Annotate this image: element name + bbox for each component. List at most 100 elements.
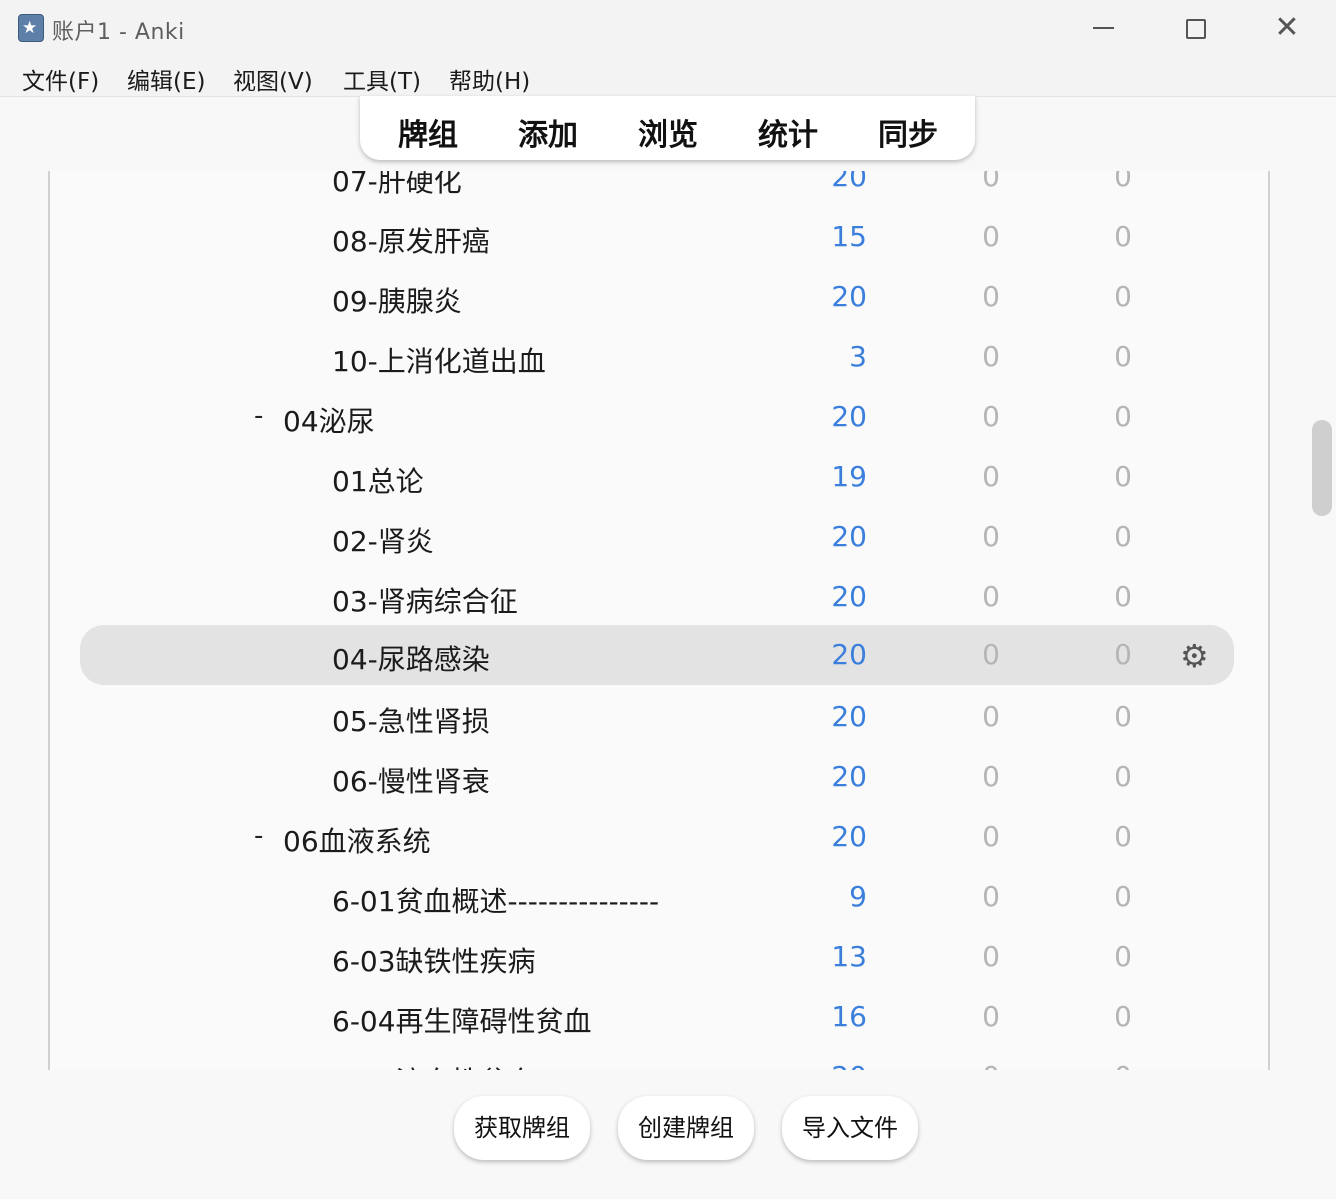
deck-learn-count: 0 — [982, 820, 1000, 853]
deck-row[interactable]: 10-上消化道出血 3 0 0 — [80, 327, 1234, 387]
deck-learn-count: 0 — [982, 520, 1000, 553]
deck-name[interactable]: 05-急性肾损 — [332, 700, 490, 740]
deck-expander[interactable]: - — [254, 401, 263, 431]
deck-learn-count: 0 — [982, 280, 1000, 313]
vertical-scrollbar-thumb[interactable] — [1312, 420, 1332, 516]
deck-new-count: 20 — [831, 400, 867, 433]
deck-learn-count: 0 — [982, 400, 1000, 433]
deck-row[interactable]: 07-肝硬化 20 0 0 — [80, 171, 1234, 207]
deck-expander[interactable]: - — [254, 821, 263, 851]
deck-due-count: 0 — [1114, 340, 1132, 373]
close-icon: ✕ — [1274, 10, 1300, 45]
deck-name[interactable]: 10-上消化道出血 — [332, 340, 546, 380]
deck-new-count: 20 — [831, 638, 867, 671]
deck-new-count: 20 — [797, 1060, 867, 1070]
deck-new-count: 20 — [831, 280, 867, 313]
menu-tools[interactable]: 工具(T) — [343, 62, 421, 96]
import-file-button[interactable]: 导入文件 — [782, 1096, 918, 1160]
deck-due-count: 0 — [1114, 1000, 1132, 1033]
get-shared-button[interactable]: 获取牌组 — [454, 1096, 590, 1160]
deck-row[interactable]: 6-01贫血概述--------------- 9 0 0 — [80, 867, 1234, 927]
deck-learn-count: 0 — [982, 171, 1000, 193]
maximize-button[interactable] — [1172, 6, 1218, 50]
menu-edit[interactable]: 编辑(E) — [127, 62, 205, 96]
tab-browse[interactable]: 浏览 — [638, 110, 698, 154]
close-button[interactable]: ✕ — [1264, 6, 1310, 50]
deck-due-count: 0 — [1114, 760, 1132, 793]
deck-name[interactable]: 04泌尿 — [283, 400, 375, 440]
tab-stats[interactable]: 统计 — [758, 110, 818, 154]
deck-due-count: 0 — [1114, 820, 1132, 853]
deck-row-selected[interactable]: 04-尿路感染 20 0 0 ⚙ — [80, 625, 1234, 685]
deck-name[interactable]: 06血液系统 — [283, 820, 431, 860]
deck-due-count: 0 — [1114, 638, 1132, 671]
menu-help[interactable]: 帮助(H) — [449, 62, 530, 96]
maximize-icon — [1186, 19, 1206, 39]
deck-row[interactable]: 02-肾炎 20 0 0 — [80, 507, 1234, 567]
deck-learn-count: 0 — [982, 880, 1000, 913]
deck-row[interactable]: 01总论 19 0 0 — [80, 447, 1234, 507]
deck-name[interactable]: 01总论 — [332, 460, 424, 500]
deck-new-count: 20 — [831, 580, 867, 613]
deck-name[interactable]: 02-肾炎 — [332, 520, 434, 560]
menu-file[interactable]: 文件(F) — [22, 62, 99, 96]
deck-learn-count: 0 — [982, 460, 1000, 493]
deck-name[interactable]: 08-原发肝癌 — [332, 220, 490, 260]
deck-row[interactable]: - 04泌尿 20 0 0 — [80, 387, 1234, 447]
deck-name[interactable]: 04-尿路感染 — [332, 638, 490, 678]
minimize-button[interactable] — [1080, 6, 1126, 50]
deck-new-count: 20 — [831, 700, 867, 733]
menu-bar: 文件(F) 编辑(E) 视图(V) 工具(T) 帮助(H) — [0, 56, 1336, 96]
anki-app-icon: ★ — [18, 14, 44, 42]
tab-add[interactable]: 添加 — [518, 110, 578, 154]
deck-new-count: 13 — [831, 940, 867, 973]
deck-name[interactable]: 09-胰腺炎 — [332, 280, 462, 320]
create-deck-button[interactable]: 创建牌组 — [618, 1096, 754, 1160]
deck-new-count: 15 — [831, 220, 867, 253]
deck-row[interactable]: 09-胰腺炎 20 0 0 — [80, 267, 1234, 327]
window-title: 账户1 - Anki — [52, 20, 185, 45]
deck-name[interactable]: 6-01贫血概述--------------- — [332, 880, 659, 920]
deck-new-count: 19 — [831, 460, 867, 493]
menu-view[interactable]: 视图(V) — [233, 62, 313, 96]
title-bar: ★ 账户1 - Anki ✕ — [0, 0, 1336, 56]
deck-learn-count: 0 — [982, 220, 1000, 253]
deck-due-count: 0 — [1114, 880, 1132, 913]
deck-learn-count: 0 — [982, 760, 1000, 793]
deck-new-count: 20 — [831, 760, 867, 793]
deck-name[interactable]: 6-05溶血性贫血 — [332, 1060, 536, 1070]
deck-options-gear-icon[interactable]: ⚙ — [1180, 637, 1209, 675]
deck-new-count: 9 — [849, 880, 867, 913]
deck-new-count: 20 — [831, 820, 867, 853]
deck-learn-count: 0 — [982, 700, 1000, 733]
deck-new-count: 3 — [849, 340, 867, 373]
minimize-icon — [1093, 27, 1114, 29]
deck-row[interactable]: 6-05溶血性贫血 20 0 0 — [80, 1047, 1234, 1070]
deck-name[interactable]: 6-03缺铁性疾病 — [332, 940, 536, 980]
deck-row[interactable]: 03-肾病综合征 20 0 0 — [80, 567, 1234, 627]
deck-learn-count: 0 — [982, 940, 1000, 973]
deck-name[interactable]: 03-肾病综合征 — [332, 580, 518, 620]
deck-name[interactable]: 07-肝硬化 — [332, 171, 462, 200]
deck-row[interactable]: 6-04再生障碍性贫血 16 0 0 — [80, 987, 1234, 1047]
deck-due-count: 0 — [1114, 940, 1132, 973]
deck-new-count: 20 — [831, 171, 867, 193]
top-toolbar: 牌组 添加 浏览 统计 同步 — [360, 96, 975, 160]
deck-row[interactable]: 06-慢性肾衰 20 0 0 — [80, 747, 1234, 807]
deck-learn-count: 0 — [982, 638, 1000, 671]
deck-row[interactable]: 08-原发肝癌 15 0 0 — [80, 207, 1234, 267]
deck-row[interactable]: 6-03缺铁性疾病 13 0 0 — [80, 927, 1234, 987]
deck-new-count: 20 — [831, 520, 867, 553]
deck-learn-count: 0 — [982, 1000, 1000, 1033]
deck-row[interactable]: 05-急性肾损 20 0 0 — [80, 687, 1234, 747]
deck-name[interactable]: 06-慢性肾衰 — [332, 760, 490, 800]
deck-due-count: 0 — [1114, 280, 1132, 313]
deck-name[interactable]: 6-04再生障碍性贫血 — [332, 1000, 592, 1040]
tab-decks[interactable]: 牌组 — [398, 110, 458, 154]
deck-learn-count: 0 — [930, 1060, 1000, 1070]
deck-list[interactable]: 07-肝硬化 20 0 0 08-原发肝癌 15 0 0 09-胰腺炎 20 0… — [48, 171, 1270, 1070]
deck-due-count: 0 — [1114, 520, 1132, 553]
tab-sync[interactable]: 同步 — [878, 110, 938, 154]
deck-row[interactable]: - 06血液系统 20 0 0 — [80, 807, 1234, 867]
deck-due-count: 0 — [1114, 171, 1132, 193]
